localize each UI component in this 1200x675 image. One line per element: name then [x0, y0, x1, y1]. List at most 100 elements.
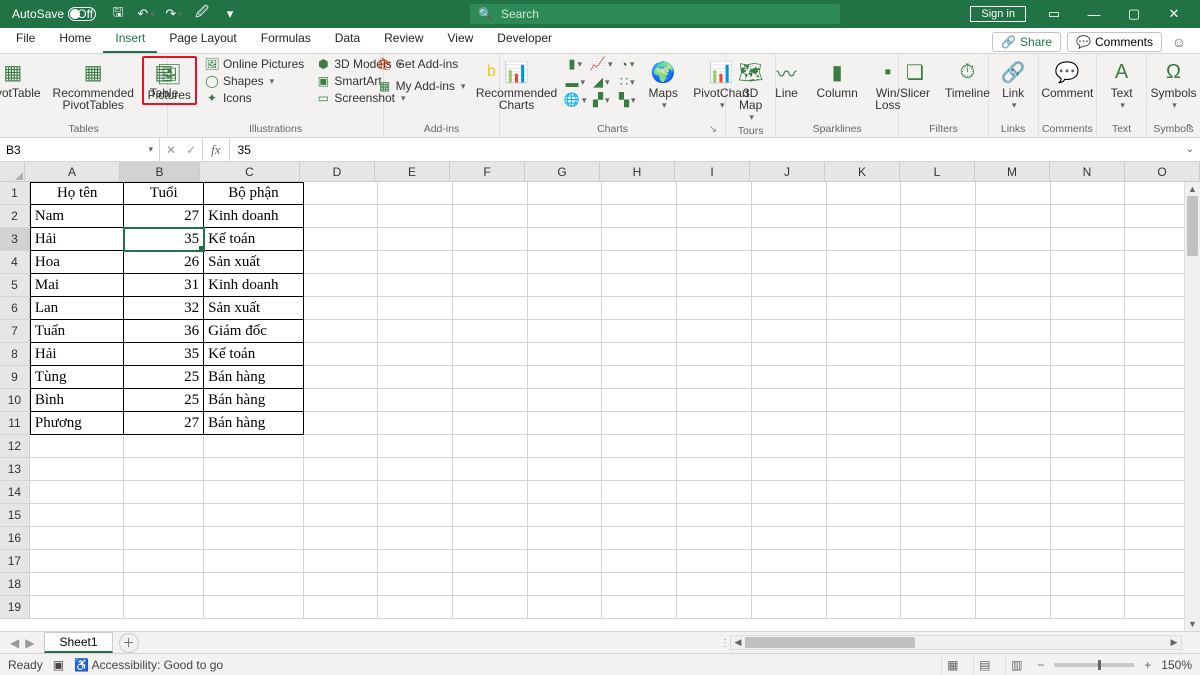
cell[interactable]: Bình — [30, 389, 125, 412]
cell[interactable] — [304, 527, 379, 550]
cell[interactable] — [901, 343, 976, 366]
cell[interactable] — [204, 481, 304, 504]
tab-file[interactable]: File — [4, 27, 47, 53]
cell[interactable] — [827, 343, 902, 366]
cell[interactable] — [453, 274, 528, 297]
cell[interactable] — [752, 182, 827, 205]
zoom-in-button[interactable]: + — [1144, 658, 1151, 672]
worksheet-grid[interactable]: ABCDEFGHIJKLMNO 1Họ tênTuổiBộ phận2Nam27… — [0, 162, 1200, 631]
cell[interactable]: Mai — [30, 274, 125, 297]
cell[interactable] — [827, 205, 902, 228]
cell[interactable]: 35 — [124, 343, 204, 366]
cell[interactable] — [976, 596, 1051, 619]
cell[interactable] — [1051, 435, 1126, 458]
cell[interactable] — [901, 366, 976, 389]
row-header[interactable]: 15 — [0, 504, 30, 527]
vscroll-thumb[interactable] — [1187, 196, 1198, 256]
cell[interactable] — [901, 274, 976, 297]
cell[interactable] — [901, 205, 976, 228]
cell[interactable] — [976, 573, 1051, 596]
cell[interactable] — [304, 297, 379, 320]
cell[interactable]: Nam — [30, 205, 125, 228]
redo-icon[interactable]: ↷▾ — [162, 2, 186, 26]
column-header[interactable]: A — [25, 162, 120, 182]
cell[interactable] — [602, 228, 677, 251]
cell[interactable] — [1051, 182, 1126, 205]
cell[interactable]: 25 — [124, 389, 204, 412]
zoom-out-button[interactable]: − — [1037, 658, 1044, 672]
cell[interactable] — [378, 573, 453, 596]
cell[interactable] — [602, 297, 677, 320]
cell[interactable] — [752, 205, 827, 228]
cell[interactable] — [528, 343, 603, 366]
row-header[interactable]: 6 — [0, 297, 30, 320]
cell[interactable] — [602, 504, 677, 527]
cell[interactable] — [378, 527, 453, 550]
cell[interactable] — [304, 458, 379, 481]
cell[interactable] — [827, 228, 902, 251]
cell[interactable] — [453, 366, 528, 389]
cell[interactable] — [304, 343, 379, 366]
cell[interactable] — [304, 205, 379, 228]
combo-chart-icon[interactable]: ▚▾ — [617, 92, 637, 108]
cell[interactable] — [901, 527, 976, 550]
tab-page-layout[interactable]: Page Layout — [157, 27, 248, 53]
recommended-charts-button[interactable]: 📊Recommended Charts — [472, 56, 561, 113]
cell[interactable]: Lan — [30, 297, 125, 320]
cell[interactable] — [1051, 481, 1126, 504]
cell[interactable] — [602, 251, 677, 274]
page-layout-view-icon[interactable]: ▤ — [973, 656, 995, 674]
scroll-left-icon[interactable]: ◀ — [731, 636, 745, 649]
sheet-tab[interactable]: Sheet1 — [44, 632, 112, 653]
cell[interactable] — [1051, 251, 1126, 274]
tab-data[interactable]: Data — [323, 27, 372, 53]
stock-chart-icon[interactable]: ▞▾ — [591, 92, 611, 108]
cell[interactable] — [528, 596, 603, 619]
cell[interactable] — [976, 389, 1051, 412]
cell[interactable] — [901, 596, 976, 619]
row-header[interactable]: 14 — [0, 481, 30, 504]
cell[interactable]: 27 — [124, 412, 204, 435]
cell[interactable] — [677, 343, 752, 366]
cell[interactable] — [677, 573, 752, 596]
cell[interactable] — [976, 297, 1051, 320]
cell[interactable] — [602, 389, 677, 412]
cell[interactable] — [752, 596, 827, 619]
cell[interactable]: Kế toán — [204, 228, 304, 251]
cell[interactable] — [677, 412, 752, 435]
cell[interactable] — [453, 297, 528, 320]
row-header[interactable]: 1 — [0, 182, 30, 205]
cell[interactable] — [378, 251, 453, 274]
sparkline-line-button[interactable]: 〰Line — [764, 56, 808, 101]
cell[interactable] — [827, 527, 902, 550]
cell[interactable] — [976, 274, 1051, 297]
cell[interactable] — [378, 504, 453, 527]
collapse-ribbon-icon[interactable]: ⌃ — [1185, 122, 1194, 135]
cell[interactable] — [976, 251, 1051, 274]
row-header[interactable]: 16 — [0, 527, 30, 550]
recommended-pivottables-button[interactable]: ▦Recommended PivotTables — [49, 56, 138, 113]
qat-customize-icon[interactable]: ▾ — [218, 2, 242, 26]
symbols-button[interactable]: ΩSymbols▾ — [1147, 56, 1200, 113]
cell[interactable] — [304, 550, 379, 573]
cell[interactable]: Sản xuất — [204, 251, 304, 274]
cell[interactable] — [378, 596, 453, 619]
cell[interactable] — [453, 320, 528, 343]
cell[interactable] — [901, 435, 976, 458]
cell[interactable] — [901, 481, 976, 504]
cell[interactable]: 32 — [124, 297, 204, 320]
row-header[interactable]: 8 — [0, 343, 30, 366]
cell[interactable] — [528, 182, 603, 205]
cell[interactable] — [976, 458, 1051, 481]
cell[interactable] — [827, 412, 902, 435]
cell[interactable] — [304, 274, 379, 297]
macro-record-icon[interactable]: ▣ — [53, 658, 64, 672]
cell[interactable]: Tuấn — [30, 320, 125, 343]
cell[interactable] — [677, 274, 752, 297]
cell[interactable] — [901, 412, 976, 435]
cell[interactable] — [528, 297, 603, 320]
cell[interactable] — [378, 389, 453, 412]
cell[interactable] — [378, 274, 453, 297]
cell[interactable] — [752, 343, 827, 366]
cell[interactable] — [827, 573, 902, 596]
